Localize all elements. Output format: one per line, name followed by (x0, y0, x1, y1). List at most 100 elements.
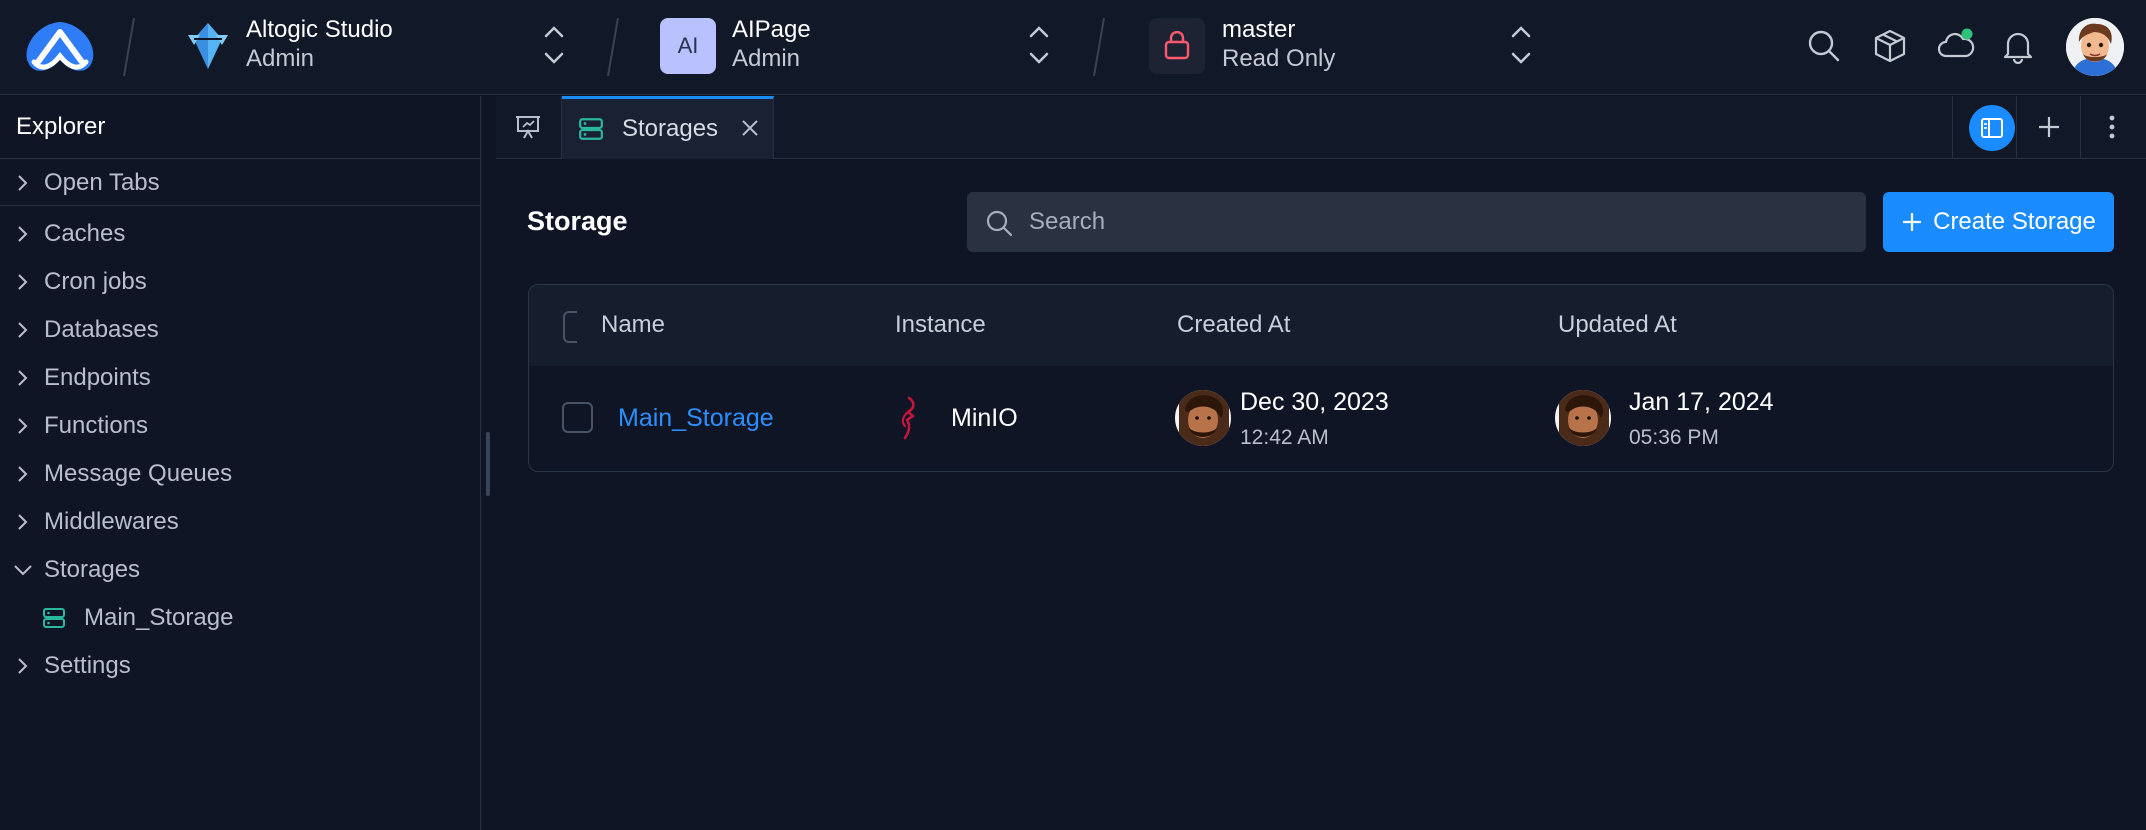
app-initials: AI (677, 33, 699, 58)
tab-storages[interactable]: Storages (562, 96, 774, 159)
column-header-instance[interactable]: Instance (895, 311, 986, 339)
page-title: Storage (527, 206, 628, 236)
create-storage-button[interactable]: Create Storage (1883, 192, 2114, 252)
app-name: AIPage (732, 16, 811, 43)
sidebar-resize-handle[interactable] (486, 432, 490, 496)
tab-dashboard[interactable] (496, 96, 562, 159)
branch-name: master (1222, 16, 1296, 43)
updater-avatar (1555, 390, 1611, 446)
search-field[interactable] (967, 192, 1866, 252)
search-icon (986, 210, 1013, 237)
search-input[interactable] (1029, 192, 1849, 252)
table-row[interactable]: Main_Storage MinIO Dec 30, 2023 12:42 AM (529, 366, 2113, 471)
branch-access: Read Only (1222, 45, 1336, 72)
chevron-right-icon (18, 370, 28, 386)
row-checkbox[interactable] (562, 402, 593, 433)
separator (607, 17, 619, 77)
chevron-right-icon (18, 658, 28, 674)
presentation-icon (516, 116, 540, 139)
chevron-right-icon (18, 514, 28, 530)
user-avatar[interactable] (2066, 18, 2124, 76)
tree-item-label: Cron jobs (44, 268, 147, 295)
app-avatar: AI (660, 18, 716, 74)
tree-item-label: Settings (44, 652, 131, 679)
tree-item-label: Main_Storage (84, 604, 234, 631)
explorer-sidebar: Explorer Open Tabs Caches Cron jobs Data… (0, 96, 481, 830)
app-role: Admin (732, 45, 801, 72)
tree-item-label: Storages (44, 556, 141, 583)
instance-name: MinIO (951, 404, 1018, 432)
diamond-icon (180, 18, 236, 74)
tab-label: Storages (622, 115, 719, 142)
org-switcher[interactable]: Altogic Studio Admin (178, 14, 573, 80)
more-options-button[interactable] (2080, 96, 2146, 159)
chevron-right-icon (18, 274, 28, 290)
chevron-right-icon (18, 322, 28, 338)
tab-bar: Storages (496, 96, 2146, 159)
updated-date: Jan 17, 2024 (1629, 388, 1774, 416)
tree-item-caches[interactable]: Caches (0, 211, 480, 257)
creator-avatar (1175, 390, 1231, 446)
minio-icon (901, 396, 915, 440)
bell-icon[interactable] (2000, 28, 2036, 64)
tree-item-main-storage[interactable]: Main_Storage (0, 595, 480, 641)
storage-table: Name Instance Created At Updated At Main… (528, 284, 2114, 472)
chevron-right-icon (18, 466, 28, 482)
table-header: Name Instance Created At Updated At (529, 285, 2113, 366)
tree-item-open-tabs[interactable]: Open Tabs (0, 160, 480, 206)
chevron-up-down-icon (1511, 26, 1531, 64)
cube-icon[interactable] (1872, 28, 1908, 64)
app-switcher[interactable]: AI AIPage Admin (660, 14, 1060, 80)
chevron-up-down-icon (1029, 26, 1049, 64)
chevron-right-icon (18, 418, 28, 434)
select-all-checkbox[interactable] (563, 311, 577, 343)
cloud-icon[interactable] (1936, 28, 1976, 64)
tree-item-label: Caches (44, 220, 126, 247)
storage-name-link[interactable]: Main_Storage (618, 404, 774, 433)
tree-item-databases[interactable]: Databases (0, 307, 480, 353)
tree-item-label: Endpoints (44, 364, 151, 391)
chevron-right-icon (18, 174, 28, 191)
chevron-right-icon (18, 226, 28, 242)
lock-icon (1149, 18, 1205, 74)
tree-item-functions[interactable]: Functions (0, 403, 480, 449)
search-icon[interactable] (1806, 28, 1842, 64)
org-role: Admin (246, 45, 315, 72)
tree-item-label: Functions (44, 412, 149, 439)
tree-item-endpoints[interactable]: Endpoints (0, 355, 480, 401)
top-bar: Altogic Studio Admin AI AIPage Admin mas… (0, 0, 2146, 95)
tree-item-label: Databases (44, 316, 159, 343)
layout-panel-icon (1969, 105, 2015, 151)
create-storage-label: Create Storage (1933, 208, 2096, 235)
toggle-layout-button[interactable] (1952, 96, 2016, 159)
updated-time: 05:36 PM (1629, 426, 1719, 449)
tree-item-message-queues[interactable]: Message Queues (0, 451, 480, 497)
column-header-created-at[interactable]: Created At (1177, 311, 1290, 339)
close-icon[interactable] (740, 118, 760, 138)
tree-item-storages[interactable]: Storages (0, 547, 480, 593)
created-date: Dec 30, 2023 (1240, 388, 1389, 416)
org-name: Altogic Studio (246, 16, 393, 43)
column-header-updated-at[interactable]: Updated At (1558, 311, 1677, 339)
separator (123, 17, 135, 77)
plus-icon (2039, 117, 2059, 137)
tree-item-label: Open Tabs (44, 168, 160, 196)
branch-switcher[interactable]: master Read Only (1149, 14, 1539, 80)
storage-icon (579, 118, 603, 140)
plus-icon (1903, 213, 1922, 231)
more-vertical-icon (2109, 115, 2115, 139)
tree-item-cron-jobs[interactable]: Cron jobs (0, 259, 480, 305)
chevron-up-down-icon (544, 26, 564, 64)
explorer-title: Explorer (0, 96, 480, 159)
chevron-down-icon (14, 565, 32, 576)
new-tab-button[interactable] (2016, 96, 2080, 159)
tree-item-label: Middlewares (44, 508, 179, 535)
column-header-name[interactable]: Name (601, 311, 665, 339)
created-time: 12:42 AM (1240, 426, 1329, 449)
storage-icon (43, 608, 65, 628)
altogic-logo-icon[interactable] (22, 18, 98, 76)
separator (1093, 17, 1105, 77)
tree-item-settings[interactable]: Settings (0, 643, 480, 689)
tree-item-label: Message Queues (44, 460, 233, 487)
tree-item-middlewares[interactable]: Middlewares (0, 499, 480, 545)
